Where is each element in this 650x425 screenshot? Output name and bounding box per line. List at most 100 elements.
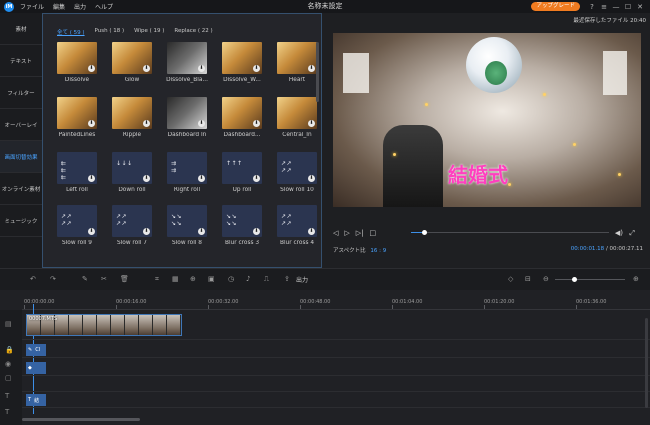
- menu-edit[interactable]: 編集: [53, 2, 65, 11]
- transition-thumb[interactable]: ⬇: [112, 42, 152, 74]
- maximize-icon[interactable]: ☐: [622, 3, 634, 11]
- help-icon[interactable]: ?: [586, 3, 598, 11]
- transition-thumb[interactable]: ↘↘ ↘↘ ⬇: [167, 205, 207, 237]
- tab-replace[interactable]: Replace ( 22 ): [174, 28, 212, 36]
- zoom-icon[interactable]: ⊕: [190, 275, 196, 283]
- menu-export[interactable]: 出力: [74, 2, 86, 11]
- download-icon[interactable]: ⬇: [308, 65, 315, 72]
- crop-icon[interactable]: ⌗: [155, 275, 159, 284]
- transition-thumb[interactable]: ⬇: [277, 42, 317, 74]
- export-icon[interactable]: ⇪: [284, 275, 290, 283]
- zoom-slider-handle[interactable]: [571, 277, 577, 282]
- effect-clip[interactable]: ✎ Cl: [26, 344, 46, 356]
- transition-thumb[interactable]: ↗↗ ↗↗ ⬇: [112, 205, 152, 237]
- download-icon[interactable]: ⬇: [253, 120, 260, 127]
- playback-progress-handle[interactable]: [421, 230, 427, 235]
- minimize-icon[interactable]: —: [610, 3, 622, 11]
- timeline-ruler[interactable]: 00:00:00.00 00:00:16.00 00:00:32.00 00:00:4…: [22, 290, 650, 310]
- volume-icon[interactable]: ◀): [615, 229, 623, 237]
- menu-help[interactable]: ヘルプ: [95, 2, 113, 11]
- transition-thumb[interactable]: ⬇: [167, 42, 207, 74]
- fullscreen-icon[interactable]: ⤢: [629, 229, 635, 238]
- download-icon[interactable]: ⬇: [308, 228, 315, 235]
- text-clip[interactable]: T 結: [26, 394, 46, 406]
- transition-thumb[interactable]: ⬇: [222, 42, 262, 74]
- download-icon[interactable]: ⬇: [143, 65, 150, 72]
- download-icon[interactable]: ⬇: [253, 175, 260, 182]
- transition-thumb[interactable]: ⬇: [57, 42, 97, 74]
- close-icon[interactable]: ✕: [634, 3, 646, 11]
- mic-icon[interactable]: ♪: [246, 275, 250, 283]
- zoom-slider[interactable]: [555, 279, 625, 280]
- download-icon[interactable]: ⬇: [198, 228, 205, 235]
- menu-icon[interactable]: ≡: [598, 3, 610, 11]
- upgrade-button[interactable]: アップグレード: [531, 2, 580, 11]
- transition-thumb[interactable]: ⬇: [277, 97, 317, 129]
- transition-thumb[interactable]: ⇇ ⇇ ⇇ ⬇: [57, 152, 97, 184]
- video-preview[interactable]: 結婚式: [333, 33, 641, 207]
- transition-thumb[interactable]: ↘↘ ↘↘ ⬇: [222, 205, 262, 237]
- transitions-scrollbar[interactable]: [316, 42, 319, 102]
- marker-icon[interactable]: ◇: [508, 275, 513, 283]
- aspect-ratio[interactable]: アスペクト比 16 : 9: [333, 246, 386, 254]
- sidebar-item-online[interactable]: オンライン素材: [0, 173, 42, 205]
- cut-icon[interactable]: ✂: [101, 275, 107, 283]
- aspect-ratio-value[interactable]: 16 : 9: [370, 248, 386, 254]
- transition-thumb[interactable]: ⇉ ⇉ ⬇: [167, 152, 207, 184]
- video-clip[interactable]: 00007.MTS: [26, 314, 182, 336]
- sidebar-item-filter[interactable]: フィルター: [0, 77, 42, 109]
- export-button[interactable]: 出力: [296, 275, 308, 284]
- download-icon[interactable]: ⬇: [88, 228, 95, 235]
- timeline-horizontal-scrollbar[interactable]: [22, 418, 140, 421]
- download-icon[interactable]: ⬇: [308, 120, 315, 127]
- speed-icon[interactable]: ◷: [228, 275, 234, 283]
- redo-icon[interactable]: ↷: [50, 275, 56, 283]
- sidebar-item-overlay[interactable]: オーバーレイ: [0, 109, 42, 141]
- sidebar-item-text[interactable]: テキスト: [0, 45, 42, 77]
- split-audio-icon[interactable]: ⎍: [264, 275, 269, 284]
- transition-thumb[interactable]: ↓↓↓ ⬇: [112, 152, 152, 184]
- delete-icon[interactable]: 🗑: [120, 275, 129, 283]
- download-icon[interactable]: ⬇: [143, 120, 150, 127]
- play-icon[interactable]: ▷: [344, 229, 349, 237]
- sidebar-item-music[interactable]: ミュージック: [0, 205, 42, 237]
- playback-progress[interactable]: [411, 230, 609, 235]
- zoom-in-icon[interactable]: ⊕: [633, 275, 639, 283]
- edit-icon[interactable]: ✎: [82, 275, 88, 283]
- download-icon[interactable]: ⬇: [143, 228, 150, 235]
- tab-all[interactable]: 全て ( 59 ): [57, 28, 85, 36]
- download-icon[interactable]: ⬇: [198, 65, 205, 72]
- menu-file[interactable]: ファイル: [20, 2, 44, 11]
- transition-thumb[interactable]: ↑↑↑ ⬇: [222, 152, 262, 184]
- download-icon[interactable]: ⬇: [253, 228, 260, 235]
- transition-thumb[interactable]: ⬇: [222, 97, 262, 129]
- download-icon[interactable]: ⬇: [198, 120, 205, 127]
- download-icon[interactable]: ⬇: [88, 120, 95, 127]
- fit-icon[interactable]: ⊟: [525, 275, 531, 283]
- zoom-out-icon[interactable]: ⊖: [543, 275, 549, 283]
- transition-thumb[interactable]: ↗↗ ↗↗ ⬇: [277, 152, 317, 184]
- transition-thumb[interactable]: ⬇: [167, 97, 207, 129]
- sidebar-item-transitions[interactable]: 画面切替効果: [0, 141, 42, 173]
- tab-wipe[interactable]: Wipe ( 19 ): [134, 28, 164, 36]
- download-icon[interactable]: ⬇: [198, 175, 205, 182]
- tab-push[interactable]: Push ( 18 ): [95, 28, 125, 36]
- undo-icon[interactable]: ↶: [30, 275, 36, 283]
- transition-thumb[interactable]: ↗↗ ↗↗ ⬇: [277, 205, 317, 237]
- download-icon[interactable]: ⬇: [253, 65, 260, 72]
- transition-thumb[interactable]: ⬇: [112, 97, 152, 129]
- overlay-clip[interactable]: ◆: [26, 362, 46, 374]
- mosaic-icon[interactable]: ▦: [172, 275, 179, 283]
- pip-icon[interactable]: ▣: [208, 275, 215, 283]
- download-icon[interactable]: ⬇: [88, 65, 95, 72]
- sidebar-item-media[interactable]: 素材: [0, 13, 42, 45]
- transition-thumb[interactable]: ⬇: [57, 97, 97, 129]
- lock-icon[interactable]: 🔒: [5, 346, 14, 354]
- next-frame-icon[interactable]: ▷|: [356, 229, 364, 237]
- timeline-vertical-scrollbar[interactable]: [645, 318, 648, 408]
- transition-thumb[interactable]: ↗↗ ↗↗ ⬇: [57, 205, 97, 237]
- download-icon[interactable]: ⬇: [308, 175, 315, 182]
- eye-icon[interactable]: ◉: [5, 360, 11, 368]
- download-icon[interactable]: ⬇: [88, 175, 95, 182]
- download-icon[interactable]: ⬇: [143, 175, 150, 182]
